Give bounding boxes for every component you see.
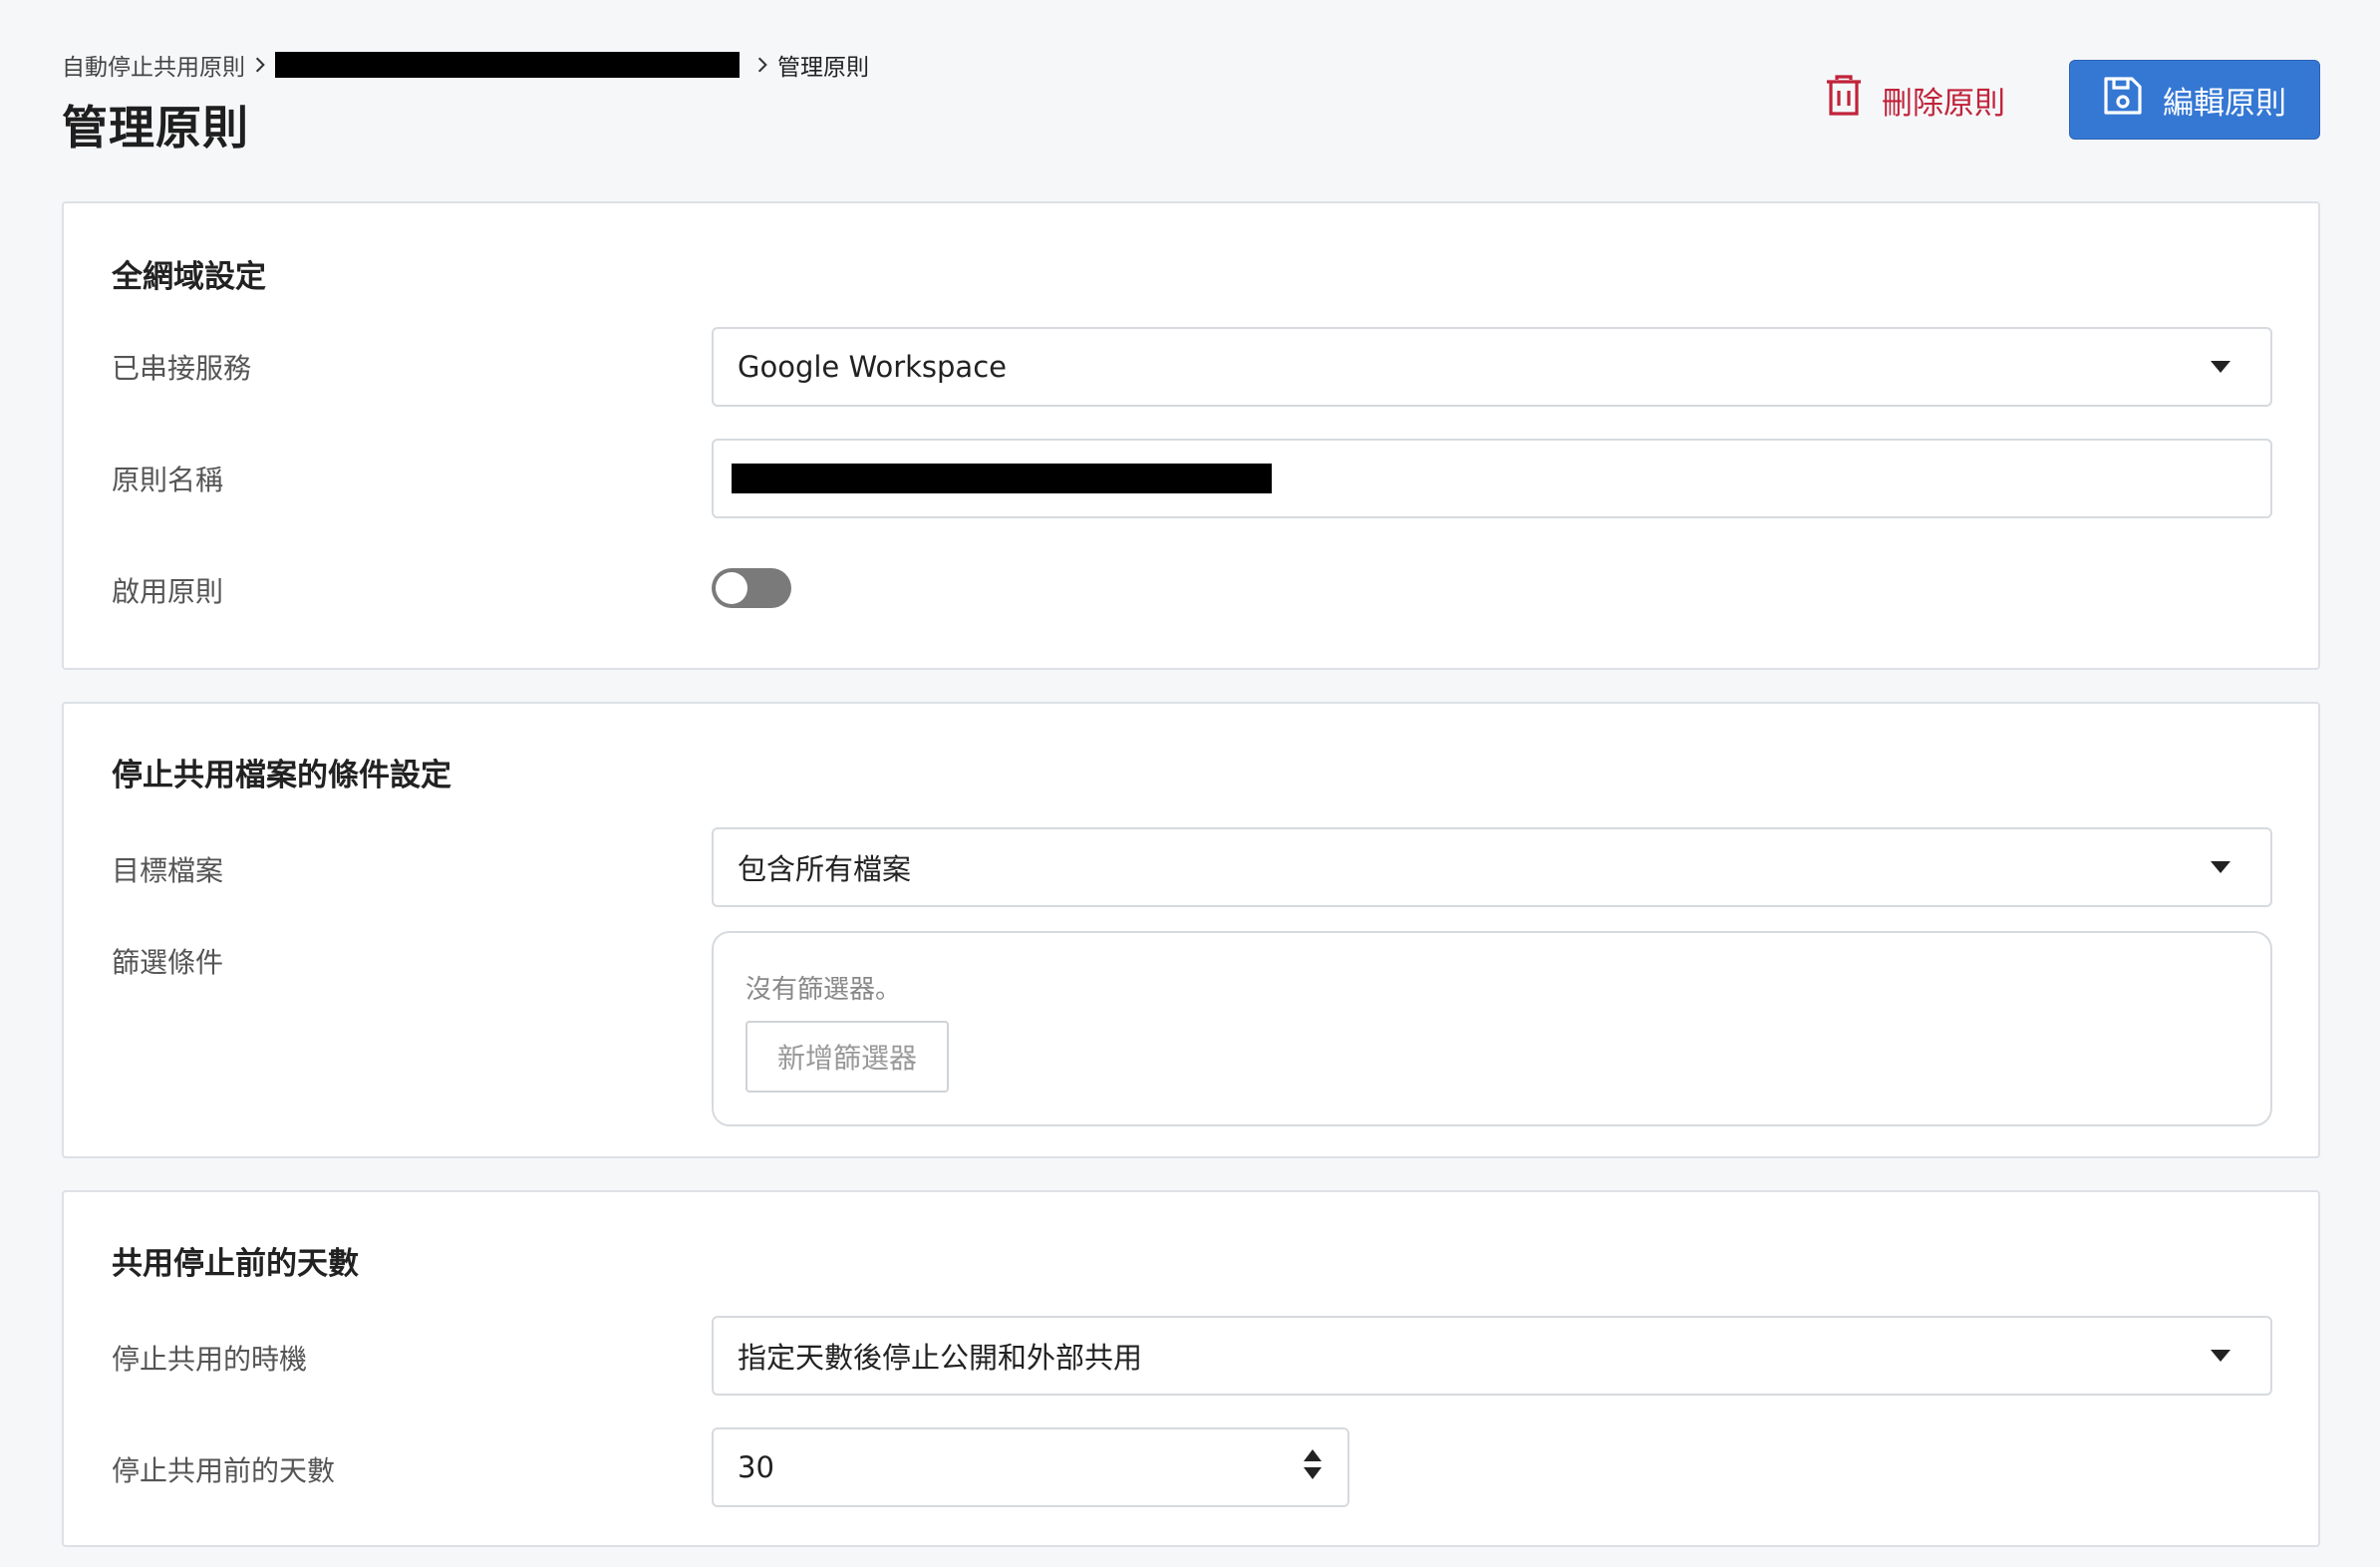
stop-timing-select-value: 指定天數後停止公開和外部共用: [738, 1341, 1143, 1375]
caret-down-icon: [2211, 861, 2231, 873]
breadcrumb-redacted-link[interactable]: [275, 52, 740, 78]
chevron-right-icon: [747, 56, 777, 74]
days-before-stop-label: 停止共用前的天數: [112, 1454, 336, 1487]
breadcrumb: 自動停止共用原則 管理原則: [62, 48, 869, 82]
page: 自動停止共用原則 管理原則 管理原則 刪除原則 編輯原則 全網域設定 已串接服務…: [0, 0, 2380, 1567]
chevron-right-icon: [245, 56, 275, 74]
add-filter-button[interactable]: 新增篩選器: [745, 1021, 949, 1093]
card-title: 全網域設定: [112, 259, 266, 295]
conditions-card: 停止共用檔案的條件設定 目標檔案 包含所有檔案 篩選條件 沒有篩選器。 新增篩選…: [62, 702, 2320, 1158]
redacted-policy-name: [732, 464, 1272, 493]
card-title: 停止共用檔案的條件設定: [112, 758, 451, 793]
edit-policy-button[interactable]: 編輯原則: [2069, 60, 2320, 140]
page-title: 管理原則: [62, 101, 249, 155]
breadcrumb-current: 管理原則: [777, 55, 869, 81]
days-before-stop-value: 30: [738, 1450, 774, 1484]
filter-label: 篩選條件: [112, 946, 224, 979]
filter-box: 沒有篩選器。 新增篩選器: [712, 931, 2272, 1126]
policy-name-input[interactable]: [712, 439, 2272, 518]
service-select[interactable]: Google Workspace: [712, 327, 2272, 407]
global-settings-card: 全網域設定 已串接服務 Google Workspace 原則名稱 啟用原則: [62, 201, 2320, 670]
caret-down-icon: [2211, 1350, 2231, 1362]
policy-name-label: 原則名稱: [112, 464, 224, 496]
delete-policy-label: 刪除原則: [1882, 85, 2005, 122]
stop-timing-select[interactable]: 指定天數後停止公開和外部共用: [712, 1316, 2272, 1396]
filter-empty-text: 沒有篩選器。: [745, 975, 902, 1005]
target-files-select-value: 包含所有檔案: [738, 852, 912, 886]
service-select-value: Google Workspace: [738, 350, 1007, 384]
card-title: 共用停止前的天數: [112, 1246, 359, 1282]
trash-icon: [1824, 74, 1864, 126]
enable-policy-toggle[interactable]: [712, 568, 791, 608]
save-icon: [2103, 76, 2143, 124]
caret-down-icon: [2211, 361, 2231, 373]
delete-policy-button[interactable]: 刪除原則: [1824, 60, 2005, 140]
edit-policy-label: 編輯原則: [2163, 85, 2286, 122]
breadcrumb-root-link[interactable]: 自動停止共用原則: [62, 48, 245, 82]
stop-timing-label: 停止共用的時機: [112, 1343, 308, 1376]
days-before-stop-input[interactable]: 30: [712, 1427, 1349, 1507]
service-label: 已串接服務: [112, 352, 252, 385]
days-card: 共用停止前的天數 停止共用的時機 指定天數後停止公開和外部共用 停止共用前的天數…: [62, 1190, 2320, 1547]
toggle-knob: [716, 572, 747, 604]
stepper-arrows-icon[interactable]: [1302, 1447, 1324, 1488]
target-files-label: 目標檔案: [112, 854, 224, 887]
target-files-select[interactable]: 包含所有檔案: [712, 827, 2272, 907]
enable-policy-label: 啟用原則: [112, 575, 224, 608]
